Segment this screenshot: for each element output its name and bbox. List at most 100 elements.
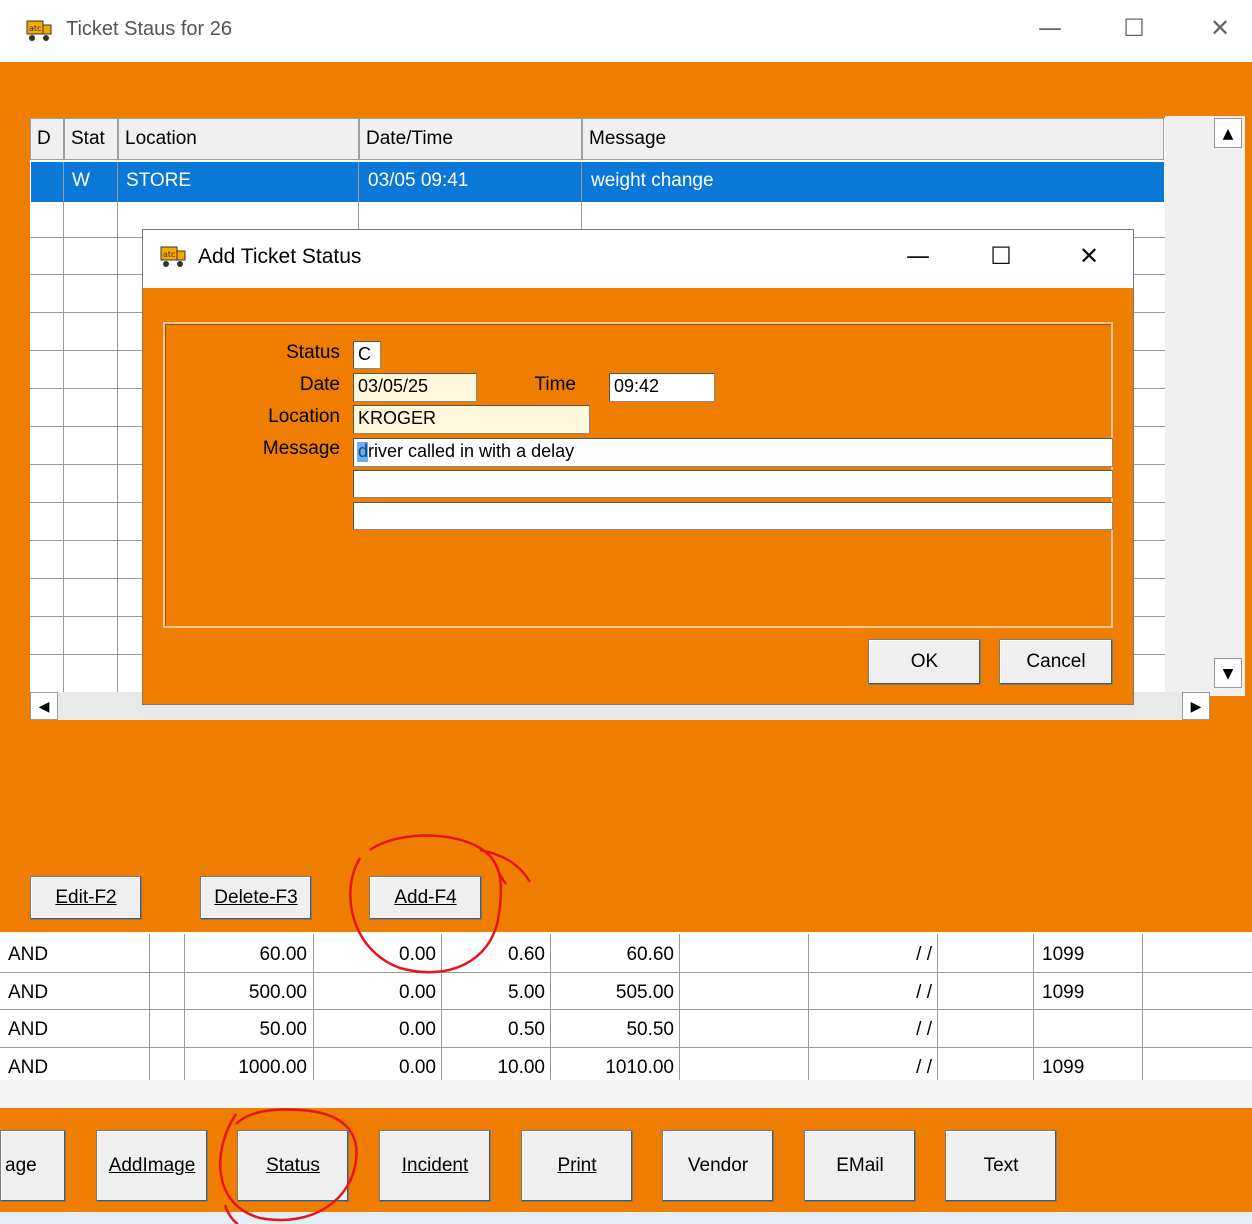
column-header-message[interactable]: Message bbox=[582, 118, 1164, 160]
grid-line bbox=[30, 502, 145, 503]
table-line bbox=[441, 934, 442, 1080]
window-title: Ticket Staus for 26 bbox=[66, 18, 232, 40]
grid-line bbox=[30, 578, 145, 579]
grid-line bbox=[30, 540, 145, 541]
table-cell: 1099 bbox=[1042, 982, 1085, 1003]
column-header-stat[interactable]: Stat bbox=[64, 118, 118, 160]
message-label: Message bbox=[262, 438, 340, 459]
location-field[interactable]: KROGER bbox=[353, 405, 590, 434]
grid-line bbox=[1133, 540, 1165, 541]
table-line bbox=[313, 934, 314, 1080]
scrollbar-track[interactable] bbox=[1214, 118, 1244, 678]
table-cell: 0.00 bbox=[399, 1057, 436, 1078]
message-line-3[interactable] bbox=[353, 502, 1113, 530]
column-header-datetime[interactable]: Date/Time bbox=[359, 118, 582, 160]
text-selection-caret bbox=[357, 442, 368, 462]
svg-text:atc: atc bbox=[29, 24, 41, 33]
table-line bbox=[149, 934, 150, 1080]
grid-line bbox=[30, 616, 145, 617]
truck-icon: atc bbox=[160, 246, 186, 267]
table-line bbox=[0, 1047, 1252, 1048]
table-cell: 0.50 bbox=[508, 1019, 545, 1040]
text-button[interactable]: Text bbox=[945, 1130, 1057, 1202]
vendor-button[interactable]: Vendor bbox=[662, 1130, 774, 1202]
edit-button[interactable]: Edit-F2 bbox=[30, 876, 142, 920]
image-button[interactable]: age bbox=[0, 1130, 66, 1202]
add-image-button[interactable]: AddImage bbox=[96, 1130, 208, 1202]
grid-line bbox=[1133, 578, 1165, 579]
table-cell: 60.60 bbox=[626, 944, 674, 965]
close-icon[interactable]: ✕ bbox=[1200, 14, 1240, 42]
column-header-location[interactable]: Location bbox=[118, 118, 359, 160]
dialog-close-icon[interactable]: ✕ bbox=[1069, 242, 1109, 270]
status-button[interactable]: Status bbox=[237, 1130, 349, 1202]
row-message: weight change bbox=[591, 170, 714, 191]
grid-line bbox=[30, 237, 145, 238]
status-field[interactable]: C bbox=[353, 341, 381, 369]
scroll-up-icon[interactable]: ▲ bbox=[1214, 118, 1242, 148]
grid-line bbox=[1133, 654, 1165, 655]
date-label: Date bbox=[299, 374, 340, 395]
table-cell: 50.50 bbox=[626, 1019, 674, 1040]
row-stat: W bbox=[72, 170, 90, 191]
table-cell: / / bbox=[916, 982, 932, 1003]
ok-button[interactable]: OK bbox=[868, 639, 981, 685]
grid-line bbox=[1133, 388, 1165, 389]
table-line bbox=[0, 972, 1252, 973]
print-button[interactable]: Print bbox=[521, 1130, 633, 1202]
table-line bbox=[550, 934, 551, 1080]
time-label: Time bbox=[534, 374, 576, 395]
maximize-icon[interactable]: ☐ bbox=[1114, 14, 1154, 42]
time-field[interactable]: 09:42 bbox=[609, 373, 715, 402]
grid-line bbox=[63, 162, 64, 692]
table-cell: / / bbox=[916, 1019, 932, 1040]
table-cell: 0.00 bbox=[399, 944, 436, 965]
date-field[interactable]: 03/05/25 bbox=[353, 373, 477, 402]
grid-line bbox=[117, 162, 118, 692]
table-cell: 50.00 bbox=[259, 1019, 307, 1040]
table-footer bbox=[0, 1080, 1252, 1110]
table-cell: 1010.00 bbox=[605, 1057, 674, 1078]
table-cell: 60.00 bbox=[259, 944, 307, 965]
table-line bbox=[184, 934, 185, 1080]
delete-button[interactable]: Delete-F3 bbox=[200, 876, 312, 920]
scroll-left-icon[interactable]: ◀ bbox=[30, 692, 58, 720]
table-cell: 1099 bbox=[1042, 944, 1085, 965]
grid-line bbox=[1133, 312, 1165, 313]
grid-line bbox=[1133, 502, 1165, 503]
table-line bbox=[1142, 934, 1143, 1080]
incident-button[interactable]: Incident bbox=[379, 1130, 491, 1202]
message-line-1[interactable]: driver called in with a delay bbox=[353, 438, 1113, 467]
table-cell: 0.00 bbox=[399, 1019, 436, 1040]
dialog-minimize-icon[interactable]: — bbox=[898, 242, 938, 270]
table-cell: 0.00 bbox=[399, 982, 436, 1003]
table-cell: 1000.00 bbox=[238, 1057, 307, 1078]
minimize-icon[interactable]: — bbox=[1030, 14, 1070, 42]
table-line bbox=[808, 934, 809, 1080]
footer-strip bbox=[0, 1212, 1252, 1224]
email-button[interactable]: EMail bbox=[804, 1130, 916, 1202]
grid-line bbox=[1133, 274, 1165, 275]
grid-line bbox=[1133, 464, 1165, 465]
message-line-2[interactable] bbox=[353, 470, 1113, 498]
table-cell: 0.60 bbox=[508, 944, 545, 965]
grid-line bbox=[30, 388, 145, 389]
add-button[interactable]: Add-F4 bbox=[369, 876, 482, 920]
scroll-down-icon[interactable]: ▼ bbox=[1214, 658, 1242, 688]
table-cell: AND bbox=[8, 982, 49, 1003]
column-header-d[interactable]: D bbox=[30, 118, 64, 160]
grid-line bbox=[30, 426, 145, 427]
scroll-right-icon[interactable]: ▶ bbox=[1182, 692, 1210, 720]
cancel-button[interactable]: Cancel bbox=[999, 639, 1113, 685]
table-cell: AND bbox=[8, 1019, 49, 1040]
grid-line bbox=[30, 312, 145, 313]
table-cell: AND bbox=[8, 944, 49, 965]
table-cell: 1099 bbox=[1042, 1057, 1085, 1078]
grid-line bbox=[1133, 426, 1165, 427]
table-line bbox=[679, 934, 680, 1080]
dialog-title: Add Ticket Status bbox=[198, 245, 362, 268]
grid-line bbox=[30, 350, 145, 351]
table-cell: 5.00 bbox=[508, 982, 545, 1003]
dialog-maximize-icon[interactable]: ☐ bbox=[981, 242, 1021, 270]
table-cell: AND bbox=[8, 1057, 49, 1078]
